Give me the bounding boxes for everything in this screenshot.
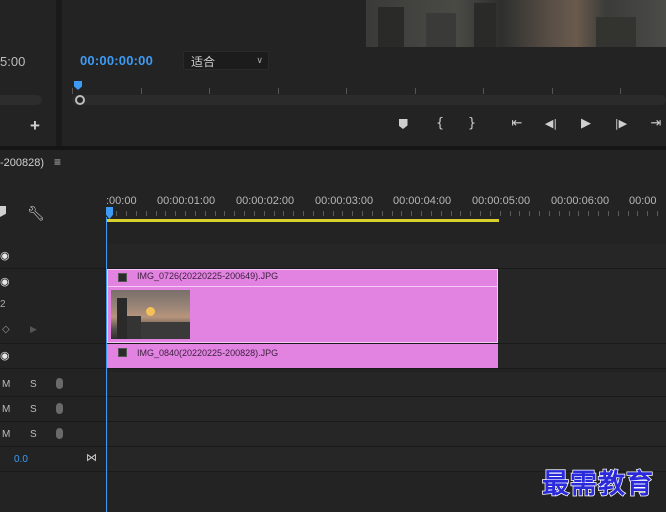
go-to-out-button[interactable]: ⇥ (646, 116, 666, 132)
work-area-bar[interactable] (106, 219, 499, 222)
watermark: 最需教育 (541, 468, 654, 501)
ruler-label: :00:00 (106, 195, 137, 207)
ruler-label: 00:00 (629, 195, 657, 207)
track-lane-a2[interactable] (106, 397, 666, 422)
fx-badge-icon (118, 273, 127, 282)
track-header-v1: ◉ (0, 344, 106, 369)
panel-menu-icon[interactable]: ≡ (54, 155, 61, 169)
mute-button[interactable]: M (2, 429, 10, 440)
mute-button[interactable]: M (2, 379, 10, 390)
ruler-label: 00:00:05:00 (472, 195, 531, 207)
solo-button[interactable]: S (30, 429, 37, 440)
program-video-frame (366, 0, 666, 47)
program-zoom-scrollbar[interactable] (72, 95, 666, 105)
track-label: 2 (0, 299, 6, 310)
track-lane-v3[interactable] (106, 244, 666, 269)
microphone-icon[interactable] (56, 403, 63, 414)
microphone-icon[interactable] (56, 428, 63, 439)
solo-button[interactable]: S (30, 379, 37, 390)
clip-lower[interactable]: IMG_0840(20220225-200828).JPG (107, 344, 498, 368)
track-header-v3: ◉ (0, 244, 106, 269)
fx-badge-icon (118, 348, 127, 357)
playhead-line[interactable] (106, 217, 107, 512)
add-marker-button[interactable] (394, 116, 412, 132)
microphone-icon[interactable] (56, 378, 63, 389)
add-button[interactable]: + (30, 117, 40, 134)
timeline-ruler[interactable]: :00:00 00:00:01:00 00:00:02:00 00:00:03:… (106, 190, 666, 220)
source-monitor-panel (0, 0, 56, 146)
clip-upper[interactable]: IMG_0726(20220225-200649).JPG (107, 269, 498, 343)
ruler-label: 00:00:04:00 (393, 195, 452, 207)
bowtie-icon[interactable]: ⋈ (86, 451, 97, 464)
track-header-a2: M S (0, 397, 106, 422)
program-time-ruler[interactable] (72, 80, 666, 94)
wrench-icon[interactable]: 🔧︎ (27, 205, 45, 222)
chevron-down-icon: ∨ (256, 55, 263, 65)
track-lane-a1[interactable] (106, 372, 666, 397)
eye-icon[interactable]: ◉ (0, 275, 10, 288)
ruler-label: 00:00:06:00 (551, 195, 610, 207)
ruler-label: 00:00:02:00 (236, 195, 295, 207)
clip-name: IMG_0726(20220225-200649).JPG (137, 271, 279, 281)
play-button[interactable]: ▶ (577, 116, 595, 132)
master-volume-value[interactable]: 0.0 (14, 454, 28, 465)
source-timecode[interactable]: 5:00 (0, 54, 25, 69)
track-header-a3: M S (0, 422, 106, 447)
step-forward-button[interactable]: |▶ (611, 116, 631, 132)
source-zoom-scrollbar[interactable] (0, 95, 42, 105)
ruler-label: 00:00:03:00 (315, 195, 374, 207)
mark-in-button[interactable]: { (431, 116, 449, 132)
clip-name: IMG_0840(20220225-200828).JPG (137, 348, 279, 358)
step-back-button[interactable]: ◀| (541, 116, 561, 132)
track-header-a1: M S (0, 372, 106, 397)
eye-icon[interactable]: ◉ (0, 249, 10, 262)
clip-thumbnail (111, 290, 190, 339)
mark-out-button[interactable]: } (463, 116, 481, 132)
keyframe-icon[interactable]: ◇ (2, 324, 10, 335)
zoom-scrollbar-handle[interactable] (75, 95, 85, 105)
zoom-level-value: 适合 (191, 55, 216, 69)
go-to-in-button[interactable]: ⇤ (507, 116, 527, 132)
next-keyframe-icon[interactable]: ▶ (30, 324, 37, 335)
track-lane-a3[interactable] (106, 422, 666, 447)
zoom-level-select[interactable]: 适合 ∨ (183, 51, 269, 70)
eye-icon[interactable]: ◉ (0, 349, 10, 362)
timeline-tab-bar (0, 150, 666, 176)
solo-button[interactable]: S (30, 404, 37, 415)
ruler-label: 00:00:01:00 (157, 195, 216, 207)
track-header-master: 0.0 ⋈ (0, 447, 106, 472)
sequence-tab[interactable]: -200828) (0, 157, 44, 169)
program-timecode[interactable]: 00:00:00:00 (80, 53, 153, 68)
track-header-v2: ◉ 2 ◇ ▶ (0, 269, 106, 344)
mute-button[interactable]: M (2, 404, 10, 415)
marker-icon (398, 119, 408, 129)
